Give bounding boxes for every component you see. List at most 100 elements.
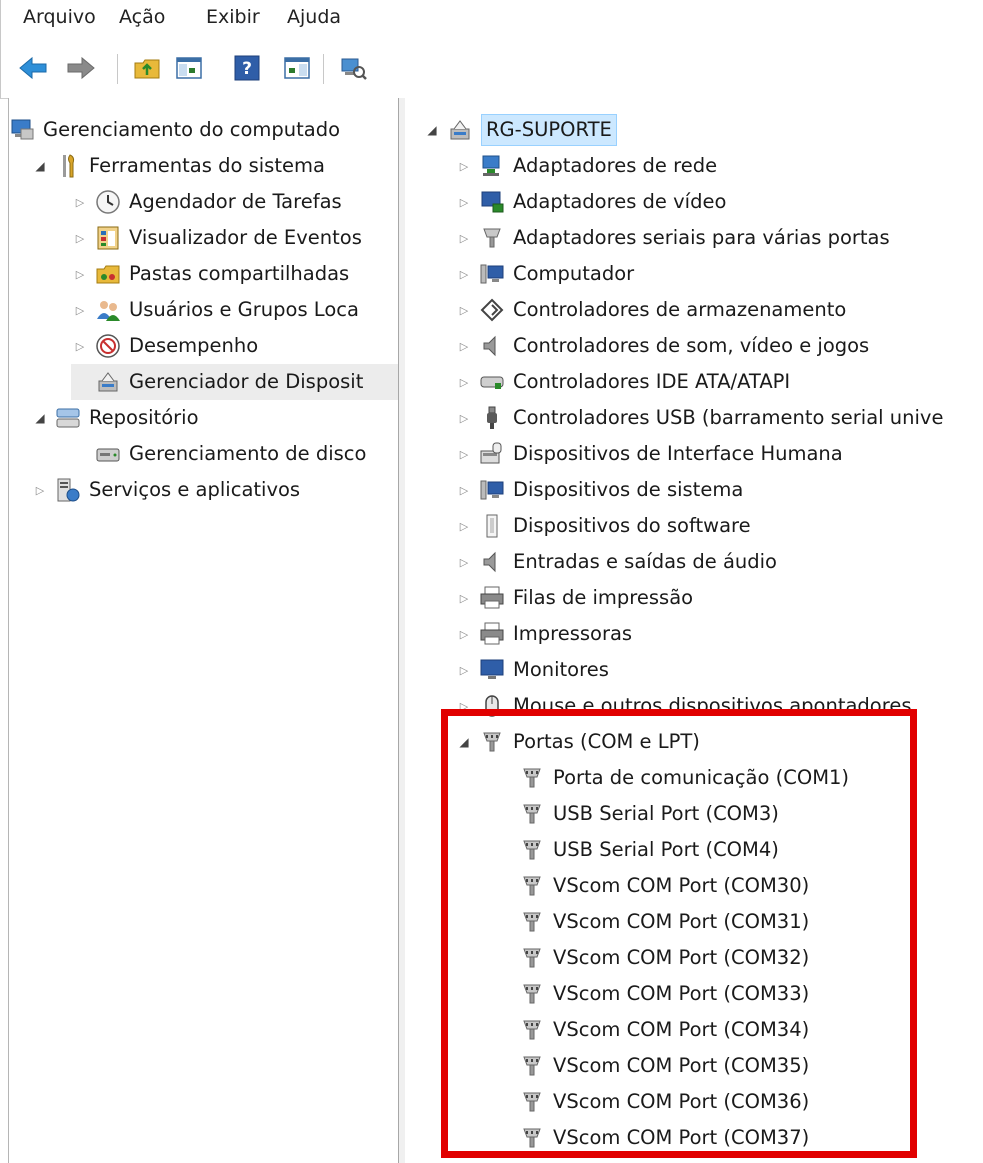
- tree-item-category[interactable]: ▷ Dispositivos de sistema: [455, 472, 744, 508]
- expand-arrow-icon[interactable]: ▷: [71, 229, 89, 247]
- tree-item-category[interactable]: ▷ Controladores USB (barramento serial un…: [455, 400, 943, 436]
- menu-acao[interactable]: Ação: [119, 6, 165, 28]
- device-manager-icon: [95, 369, 121, 395]
- expand-arrow-icon[interactable]: ▷: [455, 337, 473, 355]
- tree-item-computer-management[interactable]: Gerenciamento do computado: [9, 112, 340, 148]
- port-item[interactable]: VScom COM Port (COM31): [519, 904, 809, 940]
- expand-arrow-icon[interactable]: ▷: [455, 193, 473, 211]
- show-hide-tree-button[interactable]: [173, 52, 205, 84]
- tree-item-services-applications[interactable]: ▷ Serviços e aplicativos: [31, 472, 300, 508]
- port-item[interactable]: VScom COM Port (COM35): [519, 1048, 809, 1084]
- tree-item-category[interactable]: ▷ Adaptadores seriais para várias portas: [455, 220, 890, 256]
- port-item[interactable]: VScom COM Port (COM30): [519, 868, 809, 904]
- expand-arrow-icon[interactable]: ▷: [71, 337, 89, 355]
- port-item[interactable]: USB Serial Port (COM3): [519, 796, 779, 832]
- expand-arrow-icon[interactable]: ▷: [455, 661, 473, 679]
- port-item[interactable]: VScom COM Port (COM34): [519, 1012, 809, 1048]
- collapse-arrow-icon[interactable]: ◢: [423, 121, 441, 139]
- tree-item-category[interactable]: ▷ Controladores de armazenamento: [455, 292, 846, 328]
- tree-item-label: Visualizador de Eventos: [129, 226, 362, 249]
- port-label: Porta de comunicação (COM1): [553, 766, 850, 789]
- tree-item-label: Computador: [513, 262, 635, 285]
- expand-arrow-icon[interactable]: ▷: [455, 373, 473, 391]
- port-icon: [519, 801, 545, 827]
- forward-button[interactable]: [65, 52, 97, 84]
- tree-item-category[interactable]: ▷ Dispositivos de Interface Humana: [455, 436, 843, 472]
- expand-arrow-icon[interactable]: ▷: [455, 229, 473, 247]
- port-item[interactable]: VScom COM Port (COM36): [519, 1084, 809, 1120]
- tree-item-label: Serviços e aplicativos: [89, 478, 301, 501]
- tree-item-category[interactable]: ▷ Entradas e saídas de áudio: [455, 544, 777, 580]
- tree-item-storage[interactable]: ◢ Repositório: [31, 400, 199, 436]
- tree-item-local-users-groups[interactable]: ▷ Usuários e Grupos Loca: [71, 292, 359, 328]
- expand-arrow-icon[interactable]: ▷: [455, 409, 473, 427]
- expand-arrow-icon[interactable]: ▷: [455, 589, 473, 607]
- tree-item-device-manager[interactable]: ▷ Gerenciador de Disposit: [71, 364, 399, 400]
- tree-item-category[interactable]: ▷ Impressoras: [455, 616, 632, 652]
- menu-bar: Arquivo Ação Exibir Ajuda: [0, 0, 983, 40]
- tree-item-label: Repositório: [89, 406, 199, 429]
- toolbar: ?: [0, 40, 983, 99]
- tree-item-category[interactable]: ▷ Filas de impressão: [455, 580, 693, 616]
- tree-item-category[interactable]: ▷ Computador: [455, 256, 634, 292]
- services-icon: [55, 477, 81, 503]
- port-item[interactable]: Porta de comunicação (COM1): [519, 760, 849, 796]
- expand-arrow-icon[interactable]: ▷: [455, 553, 473, 571]
- port-item[interactable]: USB Serial Port (COM4): [519, 832, 779, 868]
- tree-item-label: Dispositivos de Interface Humana: [513, 442, 843, 465]
- port-icon: [519, 1017, 545, 1043]
- tree-item-category[interactable]: ▷ Controladores IDE ATA/ATAPI: [455, 364, 790, 400]
- tree-item-shared-folders[interactable]: ▷ Pastas compartilhadas: [71, 256, 349, 292]
- tree-item-system-tools[interactable]: ◢ Ferramentas do sistema: [31, 148, 325, 184]
- expand-arrow-icon[interactable]: ▷: [31, 481, 49, 499]
- port-icon: [519, 837, 545, 863]
- tree-item-category[interactable]: ▷ Adaptadores de vídeo: [455, 184, 727, 220]
- speaker-icon: [479, 333, 505, 359]
- port-item[interactable]: VScom COM Port (COM37): [519, 1120, 809, 1156]
- tree-root-rg-suporte[interactable]: ◢ RG-SUPORTE: [423, 112, 617, 148]
- expand-arrow-icon[interactable]: ▷: [455, 481, 473, 499]
- tree-item-category[interactable]: ▷ Monitores: [455, 652, 609, 688]
- expand-arrow-icon[interactable]: ▷: [71, 193, 89, 211]
- port-label: USB Serial Port (COM4): [553, 838, 779, 861]
- back-arrow-icon: [19, 56, 47, 80]
- tree-item-category[interactable]: ▷ Adaptadores de rede: [455, 148, 717, 184]
- device-tree: ◢ RG-SUPORTE ▷ Adaptadores de rede ▷ Adapta…: [405, 98, 983, 1163]
- tree-item-label: Monitores: [513, 658, 609, 681]
- menu-ajuda[interactable]: Ajuda: [287, 6, 341, 28]
- collapse-arrow-icon[interactable]: ◢: [31, 409, 49, 427]
- collapse-arrow-icon[interactable]: ◢: [455, 733, 473, 751]
- collapse-arrow-icon[interactable]: ◢: [31, 157, 49, 175]
- expand-arrow-icon[interactable]: ▷: [71, 265, 89, 283]
- port-label: USB Serial Port (COM3): [553, 802, 779, 825]
- expand-arrow-icon[interactable]: ▷: [455, 697, 473, 715]
- tree-item-label: Entradas e saídas de áudio: [513, 550, 777, 573]
- scan-hardware-button[interactable]: [337, 52, 369, 84]
- back-button[interactable]: [17, 52, 49, 84]
- port-item[interactable]: VScom COM Port (COM32): [519, 940, 809, 976]
- expand-arrow-icon[interactable]: ▷: [455, 517, 473, 535]
- tree-item-category[interactable]: ▷ Controladores de som, vídeo e jogos: [455, 328, 869, 364]
- expand-arrow-icon[interactable]: ▷: [455, 301, 473, 319]
- tree-item-category[interactable]: ▷ Dispositivos do software: [455, 508, 751, 544]
- tree-item-ports[interactable]: ◢ Portas (COM e LPT): [455, 724, 700, 760]
- up-folder-button[interactable]: [131, 52, 163, 84]
- port-item[interactable]: VScom COM Port (COM33): [519, 976, 809, 1012]
- menu-exibir[interactable]: Exibir: [206, 6, 260, 28]
- expand-arrow-icon[interactable]: ▷: [455, 625, 473, 643]
- expand-arrow-icon[interactable]: ▷: [455, 157, 473, 175]
- expand-arrow-icon[interactable]: ▷: [71, 301, 89, 319]
- menu-arquivo[interactable]: Arquivo: [23, 6, 96, 28]
- tree-item-task-scheduler[interactable]: ▷ Agendador de Tarefas: [71, 184, 342, 220]
- show-hide-action-pane-button[interactable]: [281, 52, 313, 84]
- tree-item-disk-management[interactable]: ▷ Gerenciamento de disco: [71, 436, 366, 472]
- expand-arrow-icon[interactable]: ▷: [455, 265, 473, 283]
- tree-item-event-viewer[interactable]: ▷ Visualizador de Eventos: [71, 220, 362, 256]
- tree-item-performance[interactable]: ▷ Desempenho: [71, 328, 258, 364]
- tree-item-category[interactable]: ▷ Mouse e outros dispositivos apontadores: [455, 688, 912, 724]
- port-icon: [519, 909, 545, 935]
- expand-arrow-icon[interactable]: ▷: [455, 445, 473, 463]
- tree-item-label: Controladores de som, vídeo e jogos: [513, 334, 870, 357]
- port-icon: [519, 1125, 545, 1151]
- help-button[interactable]: ?: [231, 52, 263, 84]
